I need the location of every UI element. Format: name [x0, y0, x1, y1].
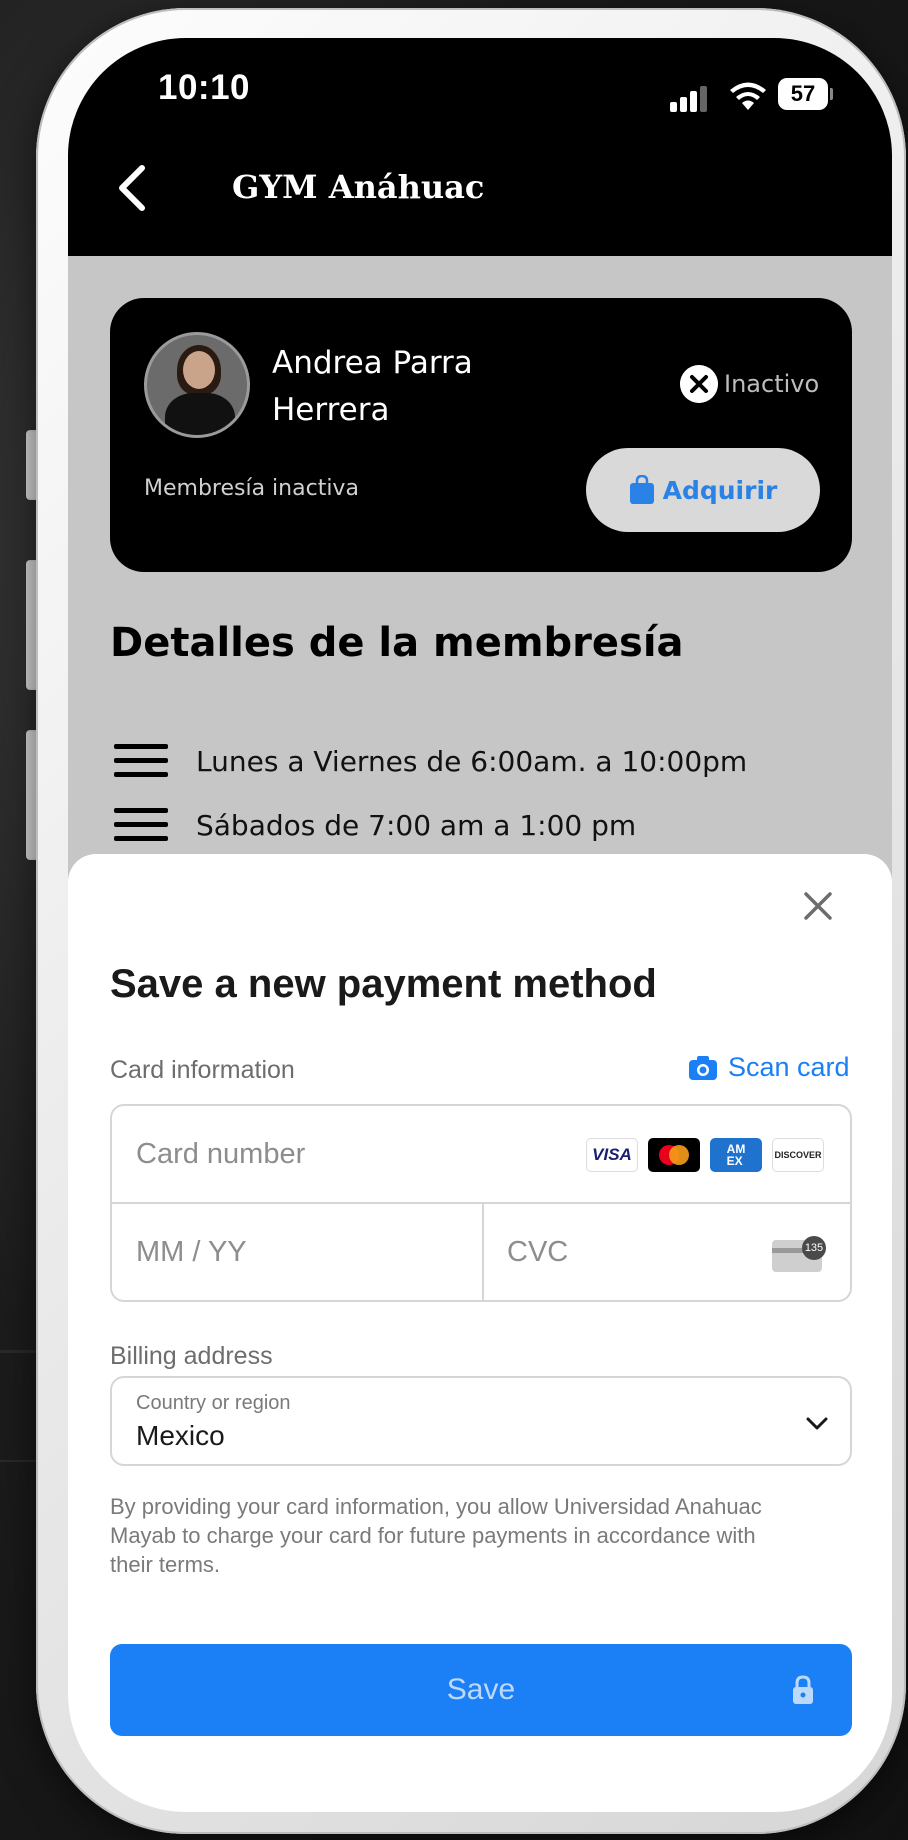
country-label: Country or region: [136, 1392, 291, 1414]
country-value: Mexico: [136, 1420, 225, 1451]
member-name: Andrea Parra Herrera: [272, 345, 473, 428]
cvc-input[interactable]: CVC: [507, 1236, 568, 1269]
battery-level: 57: [778, 78, 828, 110]
close-circle-icon: [680, 365, 718, 403]
list-item: Lunes a Viernes de 6:00am. a 10:00pm: [114, 744, 747, 778]
chevron-down-icon: [806, 1417, 828, 1430]
status-label: Inactivo: [724, 370, 820, 398]
acquire-button[interactable]: Adquirir: [586, 448, 820, 532]
schedule-text: Lunes a Viernes de 6:00am. a 10:00pm: [196, 744, 748, 778]
close-icon[interactable]: [798, 886, 838, 926]
expiry-input[interactable]: MM / YY: [136, 1236, 247, 1269]
sheet-title: Save a new payment method: [110, 962, 657, 1006]
schedule-text: Sábados de 7:00 am a 1:00 pm: [196, 808, 637, 842]
visa-icon: VISA: [586, 1138, 638, 1172]
page-title: GYM Anáhuac: [232, 168, 485, 206]
acquire-label: Adquirir: [662, 475, 778, 505]
amex-icon: AM EX: [710, 1138, 762, 1172]
membership-status: Membresía inactiva: [144, 476, 359, 501]
wifi-icon: [730, 82, 766, 110]
avatar: [144, 332, 250, 438]
disclaimer-text: By providing your card information, you …: [110, 1494, 762, 1577]
save-button[interactable]: Save: [110, 1644, 852, 1736]
billing-address-label: Billing address: [110, 1342, 273, 1370]
card-input-group: Card number VISA AM EX DISCOVER MM / YY C…: [110, 1104, 852, 1302]
card-info-label: Card information: [110, 1056, 295, 1084]
save-label: Save: [446, 1673, 516, 1706]
list-item: Sábados de 7:00 am a 1:00 pm: [114, 808, 636, 842]
member-card: Andrea Parra Herrera Inactivo Membresía …: [110, 298, 852, 572]
discover-icon: DISCOVER: [772, 1138, 824, 1172]
shopping-bag-icon: [629, 475, 654, 504]
scan-card-label: Scan card: [728, 1052, 850, 1082]
status-badge: Inactivo: [680, 364, 819, 404]
scan-card-button[interactable]: Scan card: [688, 1052, 850, 1083]
battery-icon: [830, 88, 833, 100]
signal-icon: [670, 86, 710, 112]
back-chevron-icon[interactable]: [108, 158, 158, 218]
phone-screen: 10:10 57 GYM Anáhuac Andrea Parra Herrer…: [68, 38, 892, 1812]
status-time: 10:10: [158, 68, 251, 107]
camera-icon: [689, 1055, 717, 1080]
menu-lines-icon: [114, 744, 168, 778]
app-header: 10:10 57 GYM Anáhuac: [68, 38, 892, 256]
lock-icon: [793, 1675, 813, 1704]
payment-sheet: Save a new payment method Card informati…: [68, 854, 892, 1812]
country-select[interactable]: Country or region Mexico: [110, 1376, 852, 1466]
menu-lines-icon: [114, 808, 168, 842]
details-title: Detalles de la membresía: [110, 620, 684, 666]
card-number-input[interactable]: Card number: [136, 1138, 305, 1171]
cvc-hint: 135: [802, 1236, 826, 1260]
cvc-card-icon: 135: [772, 1236, 826, 1272]
mastercard-icon: [648, 1138, 700, 1172]
